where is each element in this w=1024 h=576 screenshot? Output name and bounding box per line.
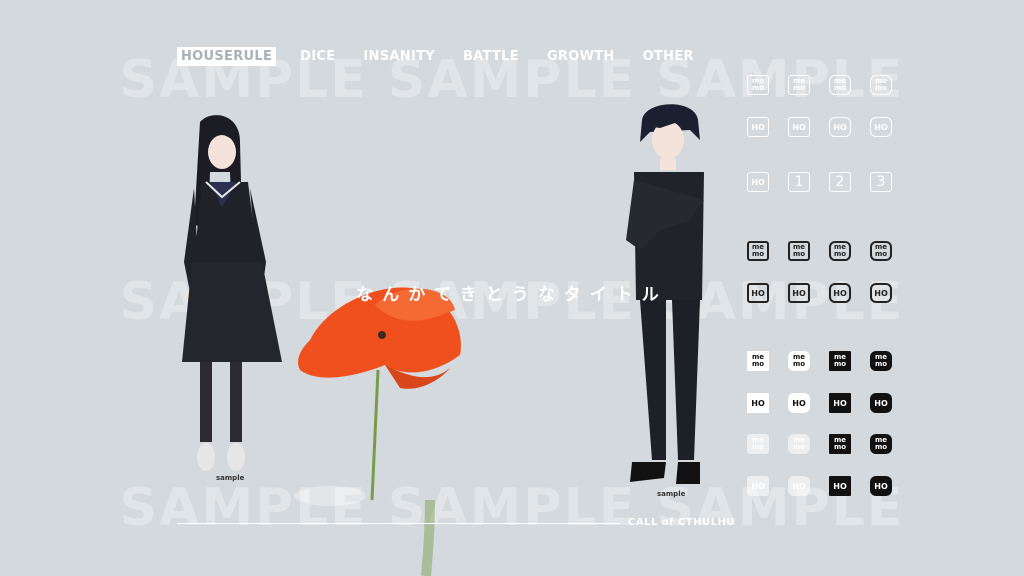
- memo-icon[interactable]: me mo: [747, 241, 769, 261]
- memo-icon-bottom: mo: [792, 250, 806, 258]
- ho-icon[interactable]: HO: [870, 283, 892, 303]
- memo-icon[interactable]: me mo: [829, 75, 851, 95]
- memo-icon-bottom: mo: [751, 250, 765, 258]
- memo-icon[interactable]: me mo: [870, 75, 892, 95]
- ho-icon[interactable]: HO: [829, 393, 851, 413]
- nav-dice[interactable]: DICE: [296, 47, 339, 66]
- memo-icon-bottom: mo: [833, 443, 847, 451]
- ho-icon[interactable]: HO: [788, 117, 810, 137]
- memo-icon[interactable]: me mo: [747, 434, 769, 454]
- memo-icon[interactable]: me mo: [870, 351, 892, 371]
- ho-icon[interactable]: HO: [788, 283, 810, 303]
- nav-growth[interactable]: GROWTH: [543, 47, 619, 66]
- ho-icon[interactable]: HO: [870, 393, 892, 413]
- footer-label: CALL of CTHULHU: [628, 517, 736, 528]
- footer-divider: [177, 523, 620, 524]
- memo-icon-bottom: mo: [792, 443, 806, 451]
- memo-icon-bottom: mo: [874, 250, 888, 258]
- memo-icon[interactable]: me mo: [788, 434, 810, 454]
- ho-icon[interactable]: HO: [829, 476, 851, 496]
- poppy-flower-image: [294, 287, 461, 576]
- nav-houserule[interactable]: HOUSERULE: [177, 47, 277, 66]
- memo-icon[interactable]: me mo: [829, 351, 851, 371]
- memo-icon-bottom: mo: [833, 84, 847, 92]
- nav-battle[interactable]: BATTLE: [459, 47, 523, 66]
- memo-icon-bottom: mo: [874, 360, 888, 368]
- ho-icon[interactable]: HO: [870, 117, 892, 137]
- memo-icon-bottom: mo: [751, 443, 765, 451]
- memo-icon[interactable]: me mo: [870, 241, 892, 261]
- ho-icon[interactable]: HO: [747, 393, 769, 413]
- memo-icon-bottom: mo: [792, 84, 806, 92]
- right-character-caption: sample: [657, 490, 686, 498]
- ho-icon[interactable]: HO: [747, 476, 769, 496]
- memo-icon-bottom: mo: [874, 443, 888, 451]
- memo-icon[interactable]: me mo: [870, 434, 892, 454]
- memo-icon[interactable]: me mo: [788, 241, 810, 261]
- number-2-icon[interactable]: 2: [829, 172, 851, 192]
- memo-icon-bottom: mo: [751, 360, 765, 368]
- memo-icon-bottom: mo: [833, 250, 847, 258]
- left-character-caption: sample: [216, 474, 245, 482]
- ho-icon[interactable]: HO: [829, 283, 851, 303]
- memo-icon[interactable]: me mo: [747, 351, 769, 371]
- memo-icon[interactable]: me mo: [788, 351, 810, 371]
- memo-icon-bottom: mo: [792, 360, 806, 368]
- memo-icon[interactable]: me mo: [829, 241, 851, 261]
- number-3-icon[interactable]: 3: [870, 172, 892, 192]
- memo-icon[interactable]: me mo: [788, 75, 810, 95]
- ho-icon[interactable]: HO: [747, 283, 769, 303]
- memo-icon-bottom: mo: [751, 84, 765, 92]
- memo-icon-bottom: mo: [833, 360, 847, 368]
- ho-icon[interactable]: HO: [829, 117, 851, 137]
- memo-icon[interactable]: me mo: [829, 434, 851, 454]
- ho-icon[interactable]: HO: [747, 117, 769, 137]
- nav-insanity[interactable]: INSANITY: [359, 47, 439, 66]
- top-nav: HOUSERULE DICE INSANITY BATTLE GROWTH OT…: [177, 47, 718, 66]
- ho-icon[interactable]: HO: [788, 393, 810, 413]
- memo-icon-bottom: mo: [874, 84, 888, 92]
- ho-icon[interactable]: HO: [788, 476, 810, 496]
- ho-icon[interactable]: HO: [747, 172, 769, 192]
- memo-icon[interactable]: me mo: [747, 75, 769, 95]
- number-1-icon[interactable]: 1: [788, 172, 810, 192]
- nav-other[interactable]: OTHER: [639, 47, 698, 66]
- ho-icon[interactable]: HO: [870, 476, 892, 496]
